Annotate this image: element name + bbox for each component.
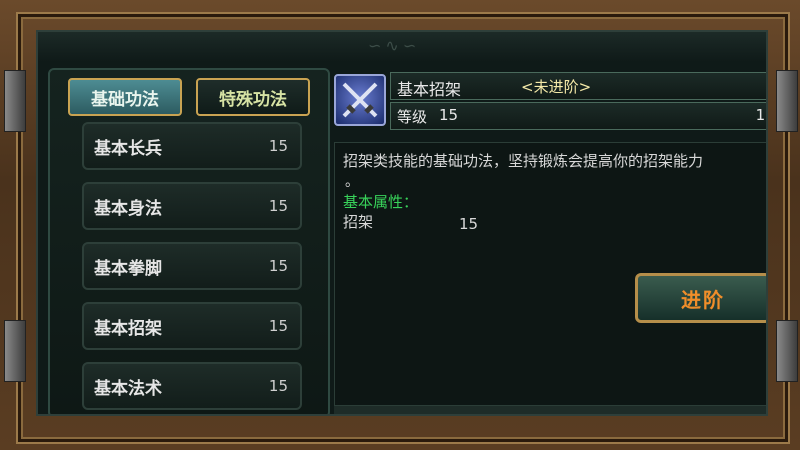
crossed-swords-icon (334, 74, 386, 126)
description-area: 招架类技能的基础功法，坚持锻炼会提高你的招架能力 。 基本属性： 招架 15 进… (334, 142, 766, 406)
attribute-name: 招架 (343, 213, 374, 231)
ornament-pattern: ∽∿∽ (368, 36, 421, 55)
status-badge: <未进阶> (521, 78, 592, 96)
skill-item-label: 基本身法 (94, 198, 162, 219)
level-bar: 等级 15 1 / (390, 102, 766, 130)
skill-list-panel: 基础功法 特殊功法 基本长兵 15 基本身法 15 基本拳脚 15 基本招架 1… (48, 68, 330, 414)
skill-item-level: 15 (268, 317, 288, 335)
bottom-bar (334, 406, 766, 414)
skill-detail-panel: 基本招架 <未进阶> 等级 15 1 / 招架类技能的基础功法，坚持锻炼会提高你… (334, 68, 766, 414)
skill-item-label: 基本拳脚 (94, 258, 162, 279)
skill-item-parry[interactable]: 基本招架 15 (82, 302, 302, 350)
tab-basic-skills[interactable]: 基础功法 (68, 78, 182, 116)
skill-item-level: 15 (268, 257, 288, 275)
level-progress: 1 / (755, 106, 766, 124)
skill-item-body-technique[interactable]: 基本身法 15 (82, 182, 302, 230)
level-value: 15 (439, 106, 459, 124)
skill-item-long-weapon[interactable]: 基本长兵 15 (82, 122, 302, 170)
skill-title-bar: 基本招架 <未进阶> (390, 72, 766, 100)
skill-item-fist-kick[interactable]: 基本拳脚 15 (82, 242, 302, 290)
advance-button[interactable]: 进阶 (635, 273, 766, 323)
hinge-right-bottom (776, 320, 798, 382)
skill-item-magic[interactable]: 基本法术 15 (82, 362, 302, 410)
description-continuation: 。 (345, 174, 359, 190)
skill-item-label: 基本长兵 (94, 138, 162, 159)
skill-item-level: 15 (268, 197, 288, 215)
hinge-left-top (4, 70, 26, 132)
top-ornament: ∽∿∽ (38, 32, 766, 62)
skill-panel: ∽∿∽ 基础功法 特殊功法 基本长兵 15 基本身法 15 基本拳脚 15 基本… (36, 30, 768, 416)
skill-title: 基本招架 (397, 80, 462, 99)
window-frame: ∽∿∽ 基础功法 特殊功法 基本长兵 15 基本身法 15 基本拳脚 15 基本… (0, 0, 800, 450)
skill-item-level: 15 (268, 377, 288, 395)
skill-item-label: 基本招架 (94, 318, 162, 339)
skill-item-label: 基本法术 (94, 378, 162, 399)
skill-item-level: 15 (268, 137, 288, 155)
hinge-right-top (776, 70, 798, 132)
attribute-title: 基本属性： (343, 193, 419, 211)
hinge-left-bottom (4, 320, 26, 382)
attribute-value: 15 (459, 215, 479, 233)
skill-description: 招架类技能的基础功法，坚持锻炼会提高你的招架能力 (343, 152, 704, 170)
tab-special-skills[interactable]: 特殊功法 (196, 78, 310, 116)
level-label: 等级 (397, 108, 428, 126)
